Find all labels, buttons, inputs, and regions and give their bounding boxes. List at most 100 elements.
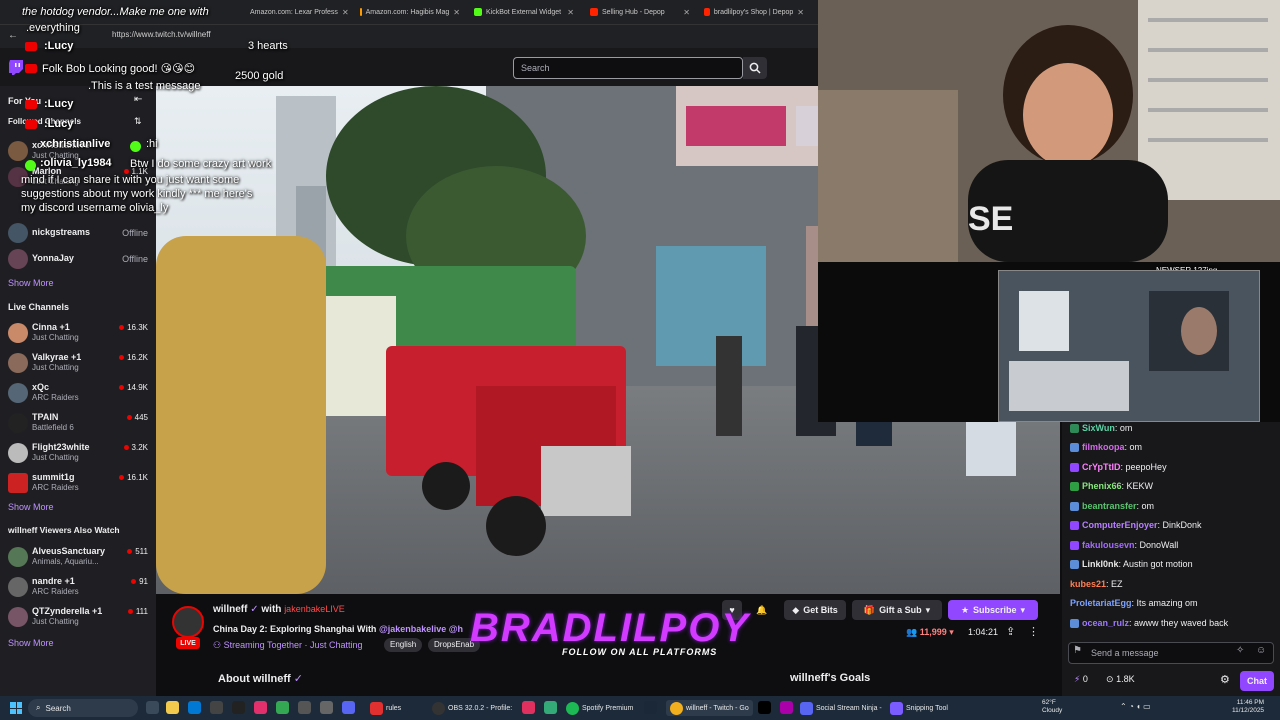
close-icon[interactable]: ✕ [683, 8, 690, 17]
group-icon: ⚇ [213, 640, 222, 650]
overlay-hearts: 3 hearts [248, 40, 288, 52]
sidebar-channel-yonnajay[interactable]: YonnaJay Offline [6, 246, 152, 272]
close-icon[interactable]: ✕ [453, 8, 460, 17]
show-more-recommended-link[interactable]: Show More [8, 638, 54, 648]
overlay-chat-user: xchristianlive [40, 138, 111, 150]
subscribe-button[interactable]: ★ Subscribe ▾ [948, 600, 1038, 620]
channel-points[interactable]: ⚡ 0 [1074, 674, 1088, 685]
sidebar-channel-xqc[interactable]: xQc ARC Raiders 14.9K [6, 380, 152, 406]
app-icon[interactable] [522, 701, 535, 714]
search-icon: ⌕ [36, 703, 41, 712]
app-icon[interactable] [210, 701, 223, 714]
close-icon[interactable]: ✕ [342, 8, 349, 17]
sidebar-channel-valkyrae[interactable]: Valkyrae +1 Just Chatting 16.2K [6, 350, 152, 376]
file-explorer-icon[interactable] [166, 701, 179, 714]
tab-favicon-icon [590, 8, 598, 16]
app-icon[interactable] [544, 701, 557, 714]
app-icon[interactable] [320, 701, 333, 714]
taskbar-app-chrome-active[interactable]: willneff - Twitch - Go [666, 700, 753, 716]
steam-icon[interactable] [644, 701, 657, 714]
chat-reward-icon[interactable]: ⚑ [1073, 645, 1082, 656]
instagram-icon[interactable] [254, 701, 267, 714]
taskbar-app-obs[interactable]: OBS 32.0.2 - Profile: [432, 700, 512, 716]
sidebar-channel-nickgstreams[interactable]: nickgstreams Offline [6, 220, 152, 246]
badge-icon [1070, 424, 1079, 434]
overlay-chat-user: :Lucy [44, 40, 74, 52]
browser-tab[interactable]: Selling Hub - Depop ✕ [584, 3, 696, 21]
viewer-count: 3.2K [123, 443, 148, 452]
weather-widget[interactable]: 62°F Cloudy [1042, 699, 1062, 715]
notifications-button[interactable]: 🔔 [752, 600, 772, 620]
kick-icon [25, 160, 36, 171]
taskbar-app-social-stream[interactable]: Social Stream Ninja - [800, 700, 882, 716]
taskbar-app-snipping[interactable]: Snipping Tool [890, 700, 948, 716]
app-icon[interactable] [298, 701, 311, 714]
sidebar-channel-flight23white[interactable]: Flight23white Just Chatting 3.2K [6, 440, 152, 466]
overlay-chat-user: :Lucy [44, 98, 74, 110]
overlay-brand-subtitle: FOLLOW ON ALL PLATFORMS [562, 647, 718, 657]
edge-icon[interactable] [188, 701, 201, 714]
sidebar-channel-summit1g[interactable]: summit1g ARC Raiders 16.1K [6, 470, 152, 496]
live-dot-icon [123, 445, 129, 450]
taskbar-app-rules[interactable]: rules [370, 700, 401, 716]
taskbar-app-spotify[interactable]: Spotify Premium [566, 700, 633, 716]
close-icon[interactable]: ✕ [567, 8, 574, 17]
sidebar-channel-nandre[interactable]: nandre +1 ARC Raiders 91 [6, 574, 152, 600]
uptime: 1:04:21 [968, 627, 999, 637]
more-options-icon[interactable]: ⋮ [1028, 625, 1039, 638]
url-text[interactable]: https://www.twitch.tv/willneff [112, 30, 211, 39]
channel-points-balance[interactable]: ⊙ 1.8K [1106, 674, 1135, 685]
wifi-icon: ◔ [1128, 702, 1134, 711]
sidebar-channel-cinna[interactable]: Cinna +1 Just Chatting 16.3K [6, 320, 152, 346]
channel-avatar[interactable] [172, 606, 204, 638]
chat-send-button[interactable]: Chat [1240, 671, 1274, 691]
collapse-sidebar-icon[interactable]: ⇤ [134, 94, 142, 105]
system-tray[interactable]: ⌃ ◔ ◖ ▭ [1120, 702, 1151, 711]
back-icon[interactable]: ← [8, 30, 18, 41]
tag-english[interactable]: English [384, 638, 423, 652]
settings-gear-icon[interactable]: ⚙ [1220, 673, 1230, 686]
browser-tab[interactable]: KickBot External Widget ✕ [468, 3, 580, 21]
tiktok-icon[interactable] [758, 701, 771, 714]
twitch-logo-icon[interactable] [8, 59, 24, 75]
emote-picker-icon[interactable]: ☺ [1256, 645, 1266, 656]
taskbar-search[interactable]: ⌕ Search [28, 699, 138, 717]
chrome-icon [670, 701, 683, 715]
browser-tab[interactable]: bradlilpoy's Shop | Depop ✕ [698, 3, 810, 21]
avatar [8, 547, 28, 567]
avatar [8, 223, 28, 243]
sidebar-channel-alveussanctuary[interactable]: AlveusSanctuary Animals, Aquariu... 511 [6, 544, 152, 570]
viewer-count: 16.3K [119, 323, 148, 332]
app-icon[interactable] [232, 701, 245, 714]
share-icon[interactable]: ⇪ [1006, 625, 1015, 638]
pip-image [999, 271, 1259, 421]
search-button[interactable] [743, 57, 767, 79]
browser-tab[interactable]: Amazon.com: Hagibis Mag ✕ [354, 3, 466, 21]
badge-icon [1070, 521, 1079, 531]
webcam-image: SE [818, 0, 1280, 262]
sort-icon[interactable]: ⇅ [134, 116, 142, 127]
show-more-followed-link[interactable]: Show More [8, 278, 54, 288]
clock[interactable]: 11:46 PM 11/12/2025 [1232, 699, 1264, 715]
bits-icon[interactable]: ✧ [1236, 645, 1244, 656]
channel-name[interactable]: willneff ✓ with jakenbakeLIVE [213, 604, 345, 615]
about-heading: About willneff ✓ [218, 673, 303, 685]
browser-tab[interactable]: Amazon.com: Lexar Profess ✕ [240, 3, 352, 21]
streaming-together-link[interactable]: ⚇ Streaming Together · Just Chatting [213, 640, 363, 651]
discord-icon[interactable] [342, 701, 355, 714]
chrome-icon[interactable] [276, 701, 289, 714]
bell-icon: 🔔 [756, 604, 768, 615]
badge-icon [1070, 482, 1079, 492]
badge-icon [1070, 443, 1079, 453]
get-bits-button[interactable]: ◆ Get Bits [784, 600, 846, 620]
app-icon[interactable] [780, 701, 793, 714]
task-view-icon[interactable] [146, 701, 159, 714]
shirt-print: SE [968, 200, 1013, 238]
show-more-live-link[interactable]: Show More [8, 502, 54, 512]
sidebar-channel-qtzynderella[interactable]: QTZynderella +1 Just Chatting 111 [6, 604, 152, 630]
close-icon[interactable]: ✕ [797, 8, 804, 17]
search-input[interactable]: Search [513, 57, 743, 79]
gift-sub-button[interactable]: 🎁 Gift a Sub ▾ [852, 600, 942, 620]
windows-start-icon[interactable] [10, 702, 22, 714]
sidebar-channel-tpain[interactable]: TPAIN Battlefield 6 445 [6, 410, 152, 436]
